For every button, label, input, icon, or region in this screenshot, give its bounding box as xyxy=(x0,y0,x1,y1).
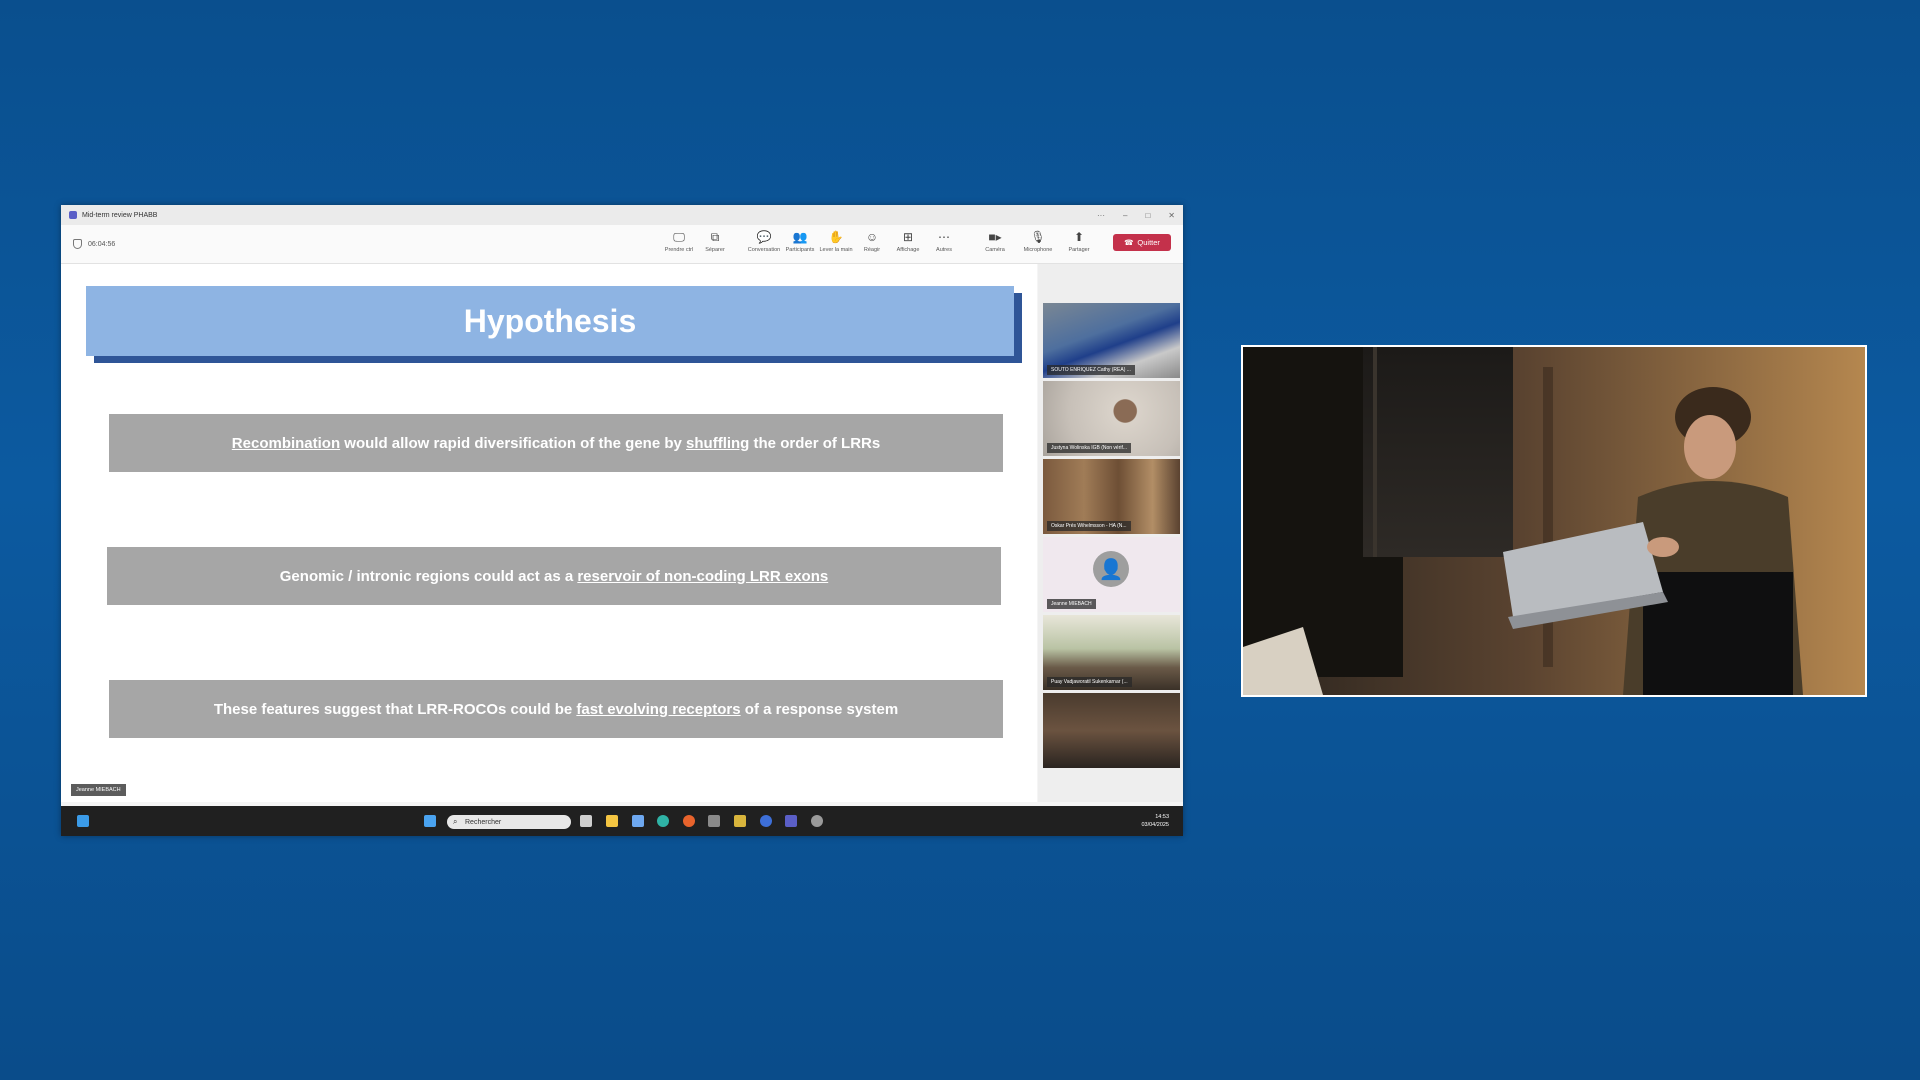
pop-out-icon: ⧉ xyxy=(710,230,720,244)
clock-date: 03/04/2025 xyxy=(1141,822,1169,828)
taskbar-search[interactable]: ⌕ Rechercher xyxy=(447,815,571,829)
participant-name: Puay Vadjaworatil Sukenkarnar (... xyxy=(1047,677,1132,687)
participant-name: Jeanne MIEBACH xyxy=(1047,599,1096,609)
avatar-placeholder-icon: 👤 xyxy=(1093,551,1129,587)
teams-app-icon[interactable] xyxy=(785,815,797,827)
raise-hand-button[interactable]: ✋ Lever la main xyxy=(819,229,852,259)
windows-taskbar: ⌕ Rechercher 14:53 03/04/2025 xyxy=(61,806,1183,836)
view-icon: ⊞ xyxy=(902,230,914,244)
clock-time: 14:53 xyxy=(1155,814,1169,820)
hypothesis-box-1: Recombination would allow rapid diversif… xyxy=(109,414,1003,472)
close-icon[interactable]: ✕ xyxy=(1168,211,1175,220)
speaker-camera-feed xyxy=(1241,345,1867,697)
teams-logo-icon xyxy=(69,211,77,219)
phone-hangup-icon: ☎ xyxy=(1124,238,1134,247)
toolbar-group-media: ■▸ Caméra 🎙 Microphone ⬆ Partager xyxy=(978,229,1094,259)
notes-app-icon[interactable] xyxy=(734,815,746,827)
meeting-toolbar: 06:04:56 🖵 Prendre ctrl ⧉ Séparer 💬 Conv… xyxy=(61,225,1183,264)
zoom-app-icon[interactable] xyxy=(760,815,772,827)
microphone-button[interactable]: 🎙 Microphone xyxy=(1018,229,1058,259)
security-icon[interactable] xyxy=(632,815,644,827)
hypothesis-3-text: These features suggest that LRR-ROCOs co… xyxy=(213,700,899,718)
settings-icon[interactable] xyxy=(811,815,823,827)
file-explorer-icon[interactable] xyxy=(606,815,618,827)
react-icon: ☺ xyxy=(865,230,879,244)
shared-slide: Hypothesis Recombination would allow rap… xyxy=(61,264,1037,802)
slide-title: Hypothesis xyxy=(463,302,637,339)
chat-button[interactable]: 💬 Conversation xyxy=(748,229,780,259)
chat-icon: 💬 xyxy=(756,230,772,244)
screen-control-icon: 🖵 xyxy=(673,230,685,244)
speaker-video-image xyxy=(1243,347,1865,695)
camera-icon: ■▸ xyxy=(988,230,1002,244)
search-icon: ⌕ xyxy=(453,817,458,826)
raise-hand-icon: ✋ xyxy=(828,230,844,244)
view-button[interactable]: ⊞ Affichage xyxy=(893,229,923,259)
minimize-icon[interactable]: – xyxy=(1123,211,1127,220)
search-placeholder: Rechercher xyxy=(465,818,502,826)
participant-tile[interactable]: 👤 Jeanne MIEBACH xyxy=(1043,537,1180,612)
firefox-icon[interactable] xyxy=(683,815,695,827)
microphone-icon: 🎙 xyxy=(1030,230,1046,244)
share-icon: ⬆ xyxy=(1073,230,1085,244)
people-icon: 👥 xyxy=(792,230,808,244)
window-controls: ··· – □ ✕ xyxy=(1097,205,1175,225)
camera-button[interactable]: ■▸ Caméra xyxy=(978,229,1012,259)
timer-text: 06:04:56 xyxy=(88,240,116,248)
share-button[interactable]: ⬆ Partager xyxy=(1064,229,1094,259)
participant-tile[interactable]: Oskar Prés Wihelmsson - HA (N... xyxy=(1043,459,1180,534)
maximize-icon[interactable]: □ xyxy=(1145,211,1150,220)
more-button[interactable]: ⋯ Autres xyxy=(929,229,959,259)
more-icon: ⋯ xyxy=(938,230,950,244)
participant-tile[interactable] xyxy=(1043,693,1180,768)
pop-out-button[interactable]: ⧉ Séparer xyxy=(700,229,730,259)
windows-start-icon[interactable] xyxy=(424,815,436,827)
slide-title-box: Hypothesis xyxy=(86,286,1014,356)
widgets-icon[interactable] xyxy=(77,815,89,827)
participant-gallery: SOUTO ENRIQUEZ Cathy (REA) ... Justyna W… xyxy=(1038,264,1183,802)
participant-tile[interactable]: Justyna Wolinska IGB (Non vérif... xyxy=(1043,381,1180,456)
edge-browser-icon[interactable] xyxy=(657,815,669,827)
more-options-icon[interactable]: ··· xyxy=(1097,211,1105,220)
meeting-timer: 06:04:56 xyxy=(73,239,115,249)
hypothesis-box-2: Genomic / intronic regions could act as … xyxy=(107,547,1001,605)
participant-tile[interactable]: Puay Vadjaworatil Sukenkarnar (... xyxy=(1043,615,1180,690)
window-titlebar: Mid-term review PHABB ··· – □ ✕ xyxy=(61,205,1183,225)
participant-tile[interactable]: SOUTO ENRIQUEZ Cathy (REA) ... xyxy=(1043,303,1180,378)
hypothesis-1-text: Recombination would allow rapid diversif… xyxy=(231,434,881,452)
hypothesis-box-3: These features suggest that LRR-ROCOs co… xyxy=(109,680,1003,738)
participant-name: Oskar Prés Wihelmsson - HA (N... xyxy=(1047,521,1131,531)
participants-button[interactable]: 👥 Participants xyxy=(785,229,815,259)
task-view-icon[interactable] xyxy=(580,815,592,827)
hypothesis-2-text: Genomic / intronic regions could act as … xyxy=(279,567,829,585)
take-control-button[interactable]: 🖵 Prendre ctrl xyxy=(664,229,694,259)
leave-meeting-button[interactable]: ☎ Quitter xyxy=(1113,234,1171,251)
toolbar-group-main: 💬 Conversation 👥 Participants ✋ Lever la… xyxy=(748,229,959,259)
toolbar-group-share: 🖵 Prendre ctrl ⧉ Séparer xyxy=(664,229,730,259)
system-clock[interactable]: 14:53 03/04/2025 xyxy=(1141,813,1169,829)
participant-name: SOUTO ENRIQUEZ Cathy (REA) ... xyxy=(1047,365,1135,375)
active-speaker-label: Jeanne MIEBACH xyxy=(71,784,126,796)
react-button[interactable]: ☺ Réagir xyxy=(857,229,887,259)
participant-name: Justyna Wolinska IGB (Non vérif... xyxy=(1047,443,1132,453)
camera-app-icon[interactable] xyxy=(708,815,720,827)
teams-meeting-window: Mid-term review PHABB ··· – □ ✕ 06:04:56… xyxy=(61,205,1183,836)
shield-icon xyxy=(73,239,82,249)
window-title: Mid-term review PHABB xyxy=(82,211,158,219)
